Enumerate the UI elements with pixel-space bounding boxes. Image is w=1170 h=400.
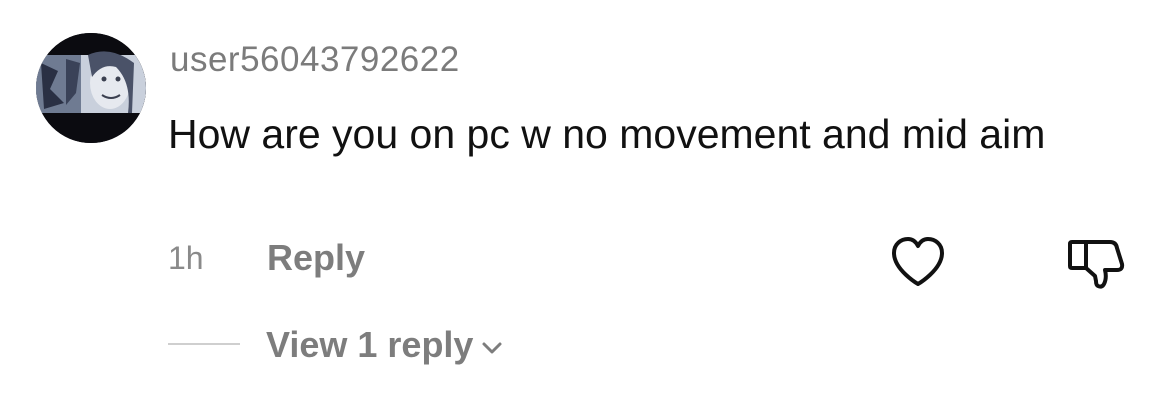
comment-text: How are you on pc w no movement and mid … [168,111,1046,157]
thumbs-down-icon [1068,240,1125,289]
username[interactable]: user56043792622 [170,40,460,80]
dislike-button[interactable] [1066,232,1128,292]
heart-icon [892,237,944,286]
replies-divider [168,343,240,345]
chevron-down-icon [482,342,502,354]
like-button[interactable] [888,234,948,290]
view-replies-button[interactable]: View 1 reply [266,322,503,368]
view-replies-label: View 1 reply [266,324,474,365]
avatar[interactable] [36,33,146,143]
timestamp: 1h [168,240,204,276]
avatar-image [36,33,146,143]
comment-item: user56043792622 How are you on pc w no m… [0,0,1170,400]
reply-button[interactable]: Reply [267,236,365,280]
